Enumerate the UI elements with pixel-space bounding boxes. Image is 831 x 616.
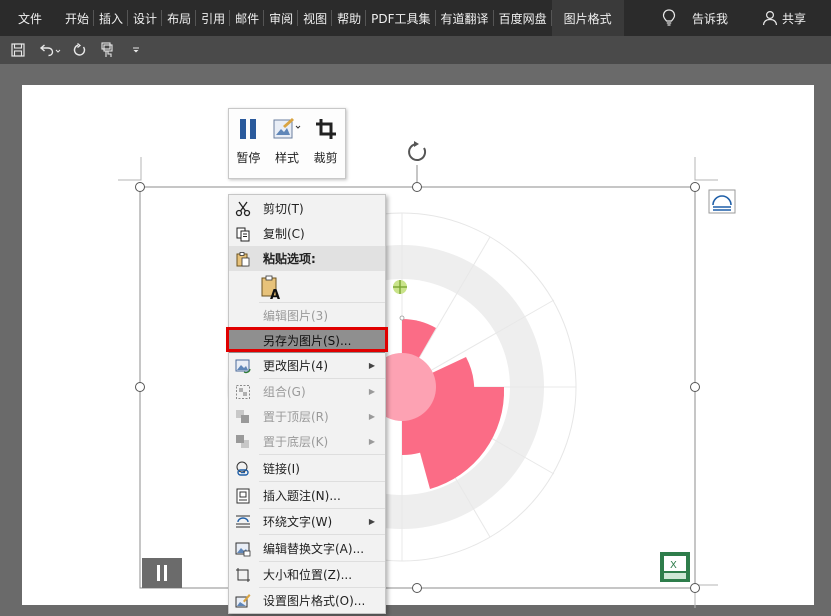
pause-button[interactable]: 暂停	[230, 115, 266, 178]
pause-label: 暂停	[236, 151, 261, 165]
copy-icon	[236, 227, 250, 241]
menu-item-format-picture[interactable]: 设置图片格式(O)...	[229, 588, 385, 613]
gif-pause-badge[interactable]	[142, 558, 182, 588]
margin-corner-mark	[118, 157, 142, 181]
menu-item-cut-label: 剪切(T)	[263, 202, 304, 216]
highlight-box	[226, 327, 388, 352]
menu-item-copy-label: 复制(C)	[263, 227, 305, 241]
insert-caption-icon	[236, 488, 250, 503]
resize-handle-bottom-right[interactable]	[690, 583, 700, 593]
menu-item-edit-alt-text[interactable]: 编辑替换文字(A)...	[229, 536, 385, 561]
crop-label: 裁剪	[313, 151, 338, 165]
menu-item-bring-to-front: 置于顶层(R) ▶	[229, 404, 385, 429]
group-icon	[236, 384, 250, 399]
submenu-arrow-icon: ▶	[368, 412, 375, 421]
menu-item-cut[interactable]: 剪切(T)	[229, 196, 385, 221]
menu-item-link-label: 链接(I)	[263, 462, 300, 476]
resize-handle-top-left[interactable]	[135, 182, 145, 192]
bring-to-front-icon	[236, 409, 249, 423]
paste-text-only-icon: A	[261, 275, 280, 300]
excel-logo: X	[660, 552, 690, 582]
format-picture-icon	[235, 593, 251, 607]
pause-icon	[240, 119, 257, 139]
menu-item-edit-alt-text-label: 编辑替换文字(A)...	[263, 542, 365, 556]
svg-text:X: X	[670, 560, 677, 571]
crop-button[interactable]: 裁剪	[308, 115, 344, 178]
paste-options-label: 粘贴选项:	[263, 252, 316, 266]
move-cursor-icon	[393, 280, 407, 294]
mini-toolbar: 暂停 样式 裁剪	[228, 108, 346, 179]
clipboard-icon	[236, 251, 250, 266]
menu-item-send-to-back: 置于底层(K) ▶	[229, 429, 385, 454]
submenu-arrow-icon: ▶	[368, 437, 375, 446]
svg-text:A: A	[270, 288, 280, 300]
crop-icon	[315, 119, 336, 139]
menu-item-wrap-text-label: 环绕文字(W)	[263, 515, 333, 529]
paste-keep-text-only-button[interactable]: A	[229, 272, 385, 302]
menu-item-group-label: 组合(G)	[263, 385, 306, 399]
resize-handle-top-right[interactable]	[690, 182, 700, 192]
alt-text-icon	[235, 542, 251, 556]
menu-item-wrap-text[interactable]: 环绕文字(W) ▶	[229, 509, 385, 534]
submenu-arrow-icon: ▶	[368, 387, 375, 396]
menu-item-size-position[interactable]: 大小和位置(Z)...	[229, 562, 385, 587]
size-position-icon	[236, 567, 250, 582]
submenu-arrow-icon: ▶	[368, 517, 375, 526]
margin-corner-mark	[694, 157, 718, 181]
menu-item-change-picture[interactable]: 更改图片(4) ▶	[229, 353, 385, 378]
menu-item-link[interactable]: 链接(I)	[229, 456, 385, 481]
rotate-handle[interactable]	[408, 141, 427, 161]
wrap-text-icon	[236, 515, 250, 527]
style-label: 样式	[274, 151, 299, 165]
resize-handle-right[interactable]	[690, 382, 700, 392]
submenu-arrow-icon: ▶	[368, 361, 375, 370]
style-button[interactable]: 样式	[269, 115, 305, 178]
menu-item-edit-picture: 编辑图片(3)	[229, 303, 385, 328]
selected-picture[interactable]: X	[0, 0, 831, 616]
menu-item-insert-caption-label: 插入题注(N)...	[263, 489, 341, 503]
menu-item-size-position-label: 大小和位置(Z)...	[263, 568, 353, 582]
menu-item-edit-picture-label: 编辑图片(3)	[263, 309, 328, 323]
picture-style-icon	[273, 118, 301, 139]
resize-handle-top[interactable]	[412, 182, 422, 192]
menu-item-copy[interactable]: 复制(C)	[229, 221, 385, 246]
menu-item-bring-to-front-label: 置于顶层(R)	[263, 410, 329, 424]
paste-options-header: 粘贴选项:	[229, 246, 385, 271]
menu-item-insert-caption[interactable]: 插入题注(N)...	[229, 483, 385, 508]
scissors-icon	[235, 201, 251, 216]
link-icon	[236, 461, 249, 476]
resize-handle-bottom[interactable]	[412, 583, 422, 593]
menu-item-group: 组合(G) ▶	[229, 379, 385, 404]
menu-item-send-to-back-label: 置于底层(K)	[263, 435, 329, 449]
send-to-back-icon	[236, 434, 249, 448]
change-picture-icon	[235, 359, 251, 373]
menu-item-format-picture-label: 设置图片格式(O)...	[263, 594, 366, 608]
resize-handle-left[interactable]	[135, 382, 145, 392]
menu-item-change-picture-label: 更改图片(4)	[263, 359, 328, 373]
context-menu: 剪切(T) 复制(C) 粘贴选项: A 编辑图片(3) 另存为图片(S)... …	[228, 194, 386, 614]
layout-options-button[interactable]	[708, 189, 736, 214]
